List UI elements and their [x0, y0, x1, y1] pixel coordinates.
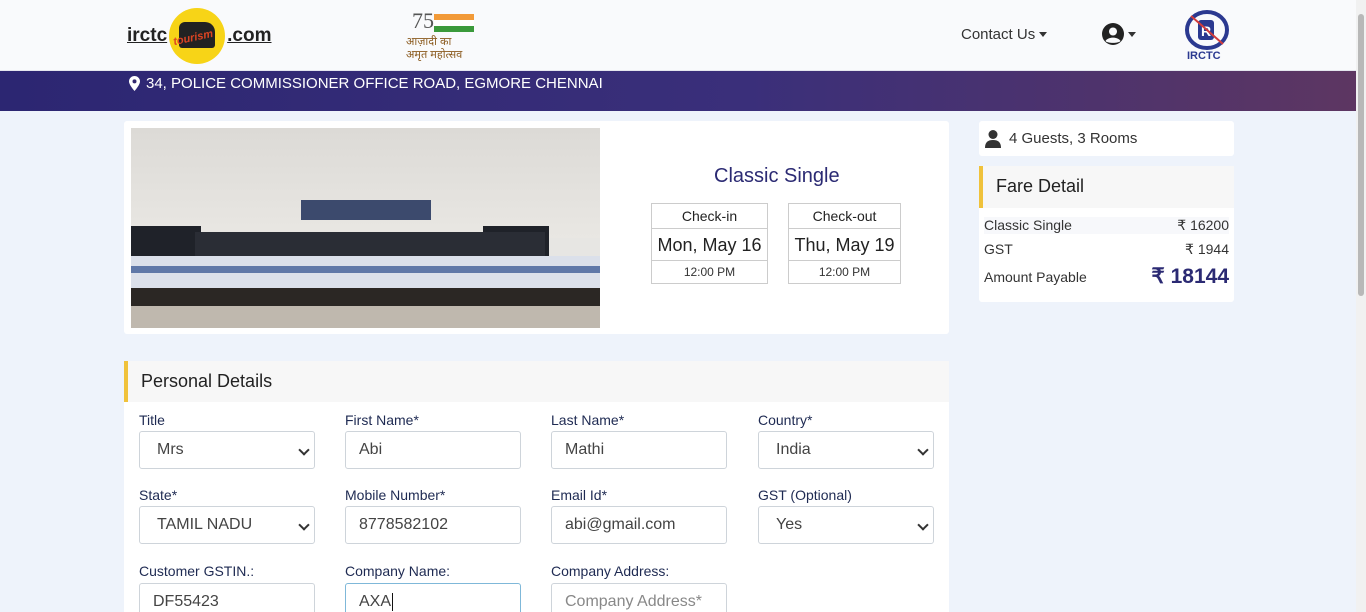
caret-down-icon [1039, 32, 1048, 37]
check-out-box: Check-out Thu, May 19 12:00 PM [788, 203, 901, 284]
page-scrollbar-thumb[interactable] [1358, 14, 1364, 296]
fare-row-gst: GST ₹ 1944 [984, 241, 1229, 258]
gst-value: Yes [776, 516, 803, 533]
fare-row-label: GST [984, 241, 1013, 257]
fare-row-value: ₹ 1944 [1185, 241, 1229, 257]
top-navbar: irctc tourism .com 75 आज़ादी का अमृत महो… [0, 0, 1356, 71]
azadi-text-line2: अमृत महोत्सव [406, 49, 463, 61]
irctc-logo[interactable]: R IRCTC [1183, 8, 1231, 64]
check-in-label: Check-in [652, 204, 767, 229]
check-in-box: Check-in Mon, May 16 12:00 PM [651, 203, 768, 284]
company-name-value: AXA [359, 593, 392, 610]
mobile-number-label: Mobile Number* [345, 487, 446, 503]
guests-text: 4 Guests, 3 Rooms [1009, 130, 1138, 147]
gstin-label: Customer GSTIN.: [139, 563, 255, 579]
mobile-number-input[interactable]: 8778582102 [345, 506, 521, 544]
map-pin-icon [129, 76, 140, 91]
check-out-time: 12:00 PM [818, 265, 871, 279]
state-label: State* [139, 487, 178, 503]
gst-label: GST (Optional) [758, 487, 852, 503]
room-summary-card: Classic Single Check-in Mon, May 16 12:0… [124, 121, 949, 334]
amount-payable-value: ₹ 18144 [1151, 265, 1229, 288]
email-value: abi@gmail.com [565, 516, 676, 533]
logo-text-left: irctc [127, 25, 168, 46]
fare-row-label: Amount Payable [984, 268, 1087, 285]
fare-row-value: ₹ 16200 [1177, 217, 1229, 233]
title-select[interactable]: Mrs [139, 431, 315, 469]
email-label: Email Id* [551, 487, 608, 503]
email-input[interactable]: abi@gmail.com [551, 506, 727, 544]
personal-details-section: Personal Details Title Mrs First Name* A… [124, 361, 949, 612]
azadi-ka-amrit-mahotsav-logo: 75 आज़ादी का अमृत महोत्सव [404, 8, 484, 62]
gstin-input[interactable]: DF55423 [139, 583, 315, 612]
company-address-input[interactable]: Company Address* [551, 583, 727, 612]
logo-emblem: tourism [169, 8, 226, 64]
last-name-label: Last Name* [551, 412, 625, 428]
first-name-label: First Name* [345, 412, 419, 428]
user-circle-icon [1102, 23, 1124, 45]
text-cursor [392, 592, 394, 611]
logo-text-right: .com [227, 25, 272, 46]
fare-row-amount-payable: Amount Payable ₹ 18144 [984, 264, 1229, 289]
country-value: India [776, 441, 811, 458]
mobile-number-value: 8778582102 [359, 516, 448, 533]
azadi-number: 75 [412, 8, 434, 33]
azadi-text: आज़ादी का अमृत महोत्सव [406, 36, 462, 62]
fare-detail-card: Fare Detail Classic Single ₹ 16200 GST ₹… [979, 166, 1234, 302]
company-address-label: Company Address: [551, 563, 670, 579]
title-value: Mrs [157, 441, 184, 458]
check-out-label: Check-out [789, 204, 900, 229]
user-icon [985, 129, 1001, 148]
title-label: Title [139, 412, 165, 428]
guests-summary: 4 Guests, 3 Rooms [979, 121, 1234, 156]
company-address-placeholder: Company Address* [565, 593, 702, 610]
state-value: TAMIL NADU [157, 516, 253, 533]
flag-icon [434, 14, 474, 32]
country-label: Country* [758, 412, 813, 428]
first-name-value: Abi [359, 441, 383, 458]
hotel-address: 34, POLICE COMMISSIONER OFFICE ROAD, EGM… [129, 75, 603, 92]
check-out-date: Thu, May 19 [789, 229, 900, 261]
company-name-label: Company Name: [345, 563, 451, 579]
gstin-value: DF55423 [153, 593, 219, 610]
check-in-time: 12:00 PM [683, 265, 736, 279]
check-in-date: Mon, May 16 [652, 229, 767, 261]
company-name-input[interactable]: AXA [345, 583, 521, 612]
irctc-emblem-icon: R [1185, 10, 1229, 50]
first-name-input[interactable]: Abi [345, 431, 521, 469]
hotel-address-text: 34, POLICE COMMISSIONER OFFICE ROAD, EGM… [146, 75, 603, 92]
caret-down-icon [1128, 31, 1136, 37]
fare-detail-title: Fare Detail [979, 166, 1234, 208]
contact-us-label: Contact Us [961, 26, 1036, 43]
last-name-value: Mathi [565, 441, 605, 458]
contact-us-dropdown[interactable]: Contact Us [961, 26, 1048, 43]
irctc-tourism-logo[interactable]: irctc tourism .com [127, 8, 272, 64]
fare-row-label: Classic Single [984, 217, 1072, 233]
user-account-dropdown[interactable] [1101, 22, 1136, 46]
personal-details-title: Personal Details [124, 361, 949, 402]
fare-row-room: Classic Single ₹ 16200 [984, 217, 1229, 234]
last-name-input[interactable]: Mathi [551, 431, 727, 469]
azadi-text-line1: आज़ादी का [406, 36, 452, 48]
irctc-label: IRCTC [1187, 50, 1221, 62]
gst-select[interactable]: Yes [758, 506, 934, 544]
room-type-title: Classic Single [714, 165, 840, 187]
room-photo [131, 128, 600, 328]
state-select[interactable]: TAMIL NADU [139, 506, 315, 544]
hotel-address-banner: 34, POLICE COMMISSIONER OFFICE ROAD, EGM… [0, 71, 1356, 111]
country-select[interactable]: India [758, 431, 934, 469]
